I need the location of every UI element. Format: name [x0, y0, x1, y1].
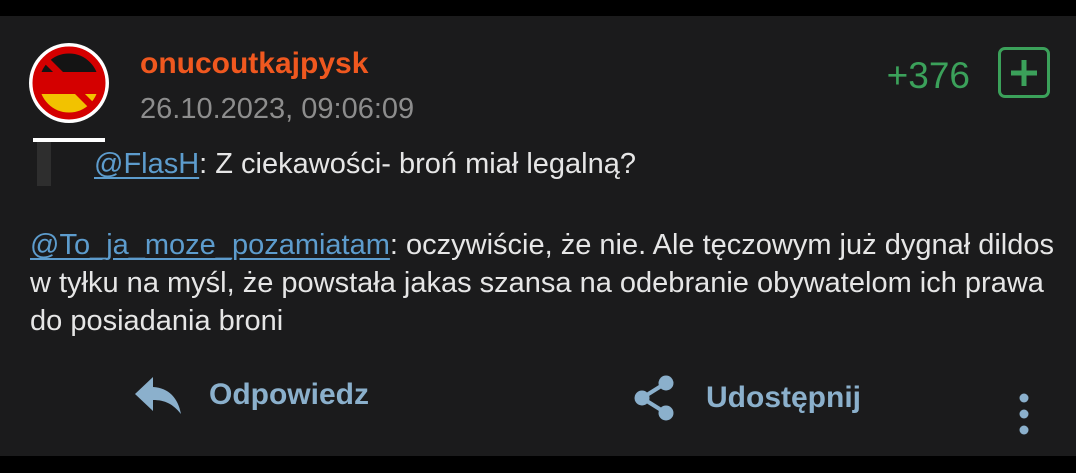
- timestamp: 26.10.2023, 09:06:09: [140, 93, 415, 125]
- reply-label: Odpowiedz: [209, 378, 369, 411]
- mention-link[interactable]: @To_ja_moze_pozamiatam: [30, 229, 390, 261]
- more-options-button[interactable]: [1012, 392, 1036, 436]
- share-label: Udostępnij: [706, 381, 861, 414]
- upvote-button[interactable]: [998, 47, 1050, 98]
- crossed-out-german-flag-icon: [29, 43, 109, 142]
- reply-button[interactable]: Odpowiedz: [133, 374, 369, 416]
- more-vertical-icon: [1019, 393, 1029, 435]
- comment-card: onucoutkajpysk 26.10.2023, 09:06:09 +376…: [0, 16, 1076, 456]
- avatar[interactable]: [28, 42, 110, 148]
- quoted-text: @FlasH: Z ciekawości- broń miał legalną?: [94, 145, 636, 183]
- share-icon: [632, 374, 676, 422]
- mention-link[interactable]: @FlasH: [94, 148, 199, 180]
- reply-arrow-icon: [133, 374, 183, 416]
- quote-text: : Z ciekawości- broń miał legalną?: [199, 148, 636, 180]
- plus-icon: [1011, 59, 1037, 86]
- quote-bar: [37, 142, 51, 186]
- author-name[interactable]: onucoutkajpysk: [140, 46, 368, 82]
- comment-body: @To_ja_moze_pozamiatam: oczywiście, że n…: [30, 226, 1060, 340]
- share-button[interactable]: Udostępnij: [632, 374, 861, 422]
- vote-count: +376: [886, 55, 970, 96]
